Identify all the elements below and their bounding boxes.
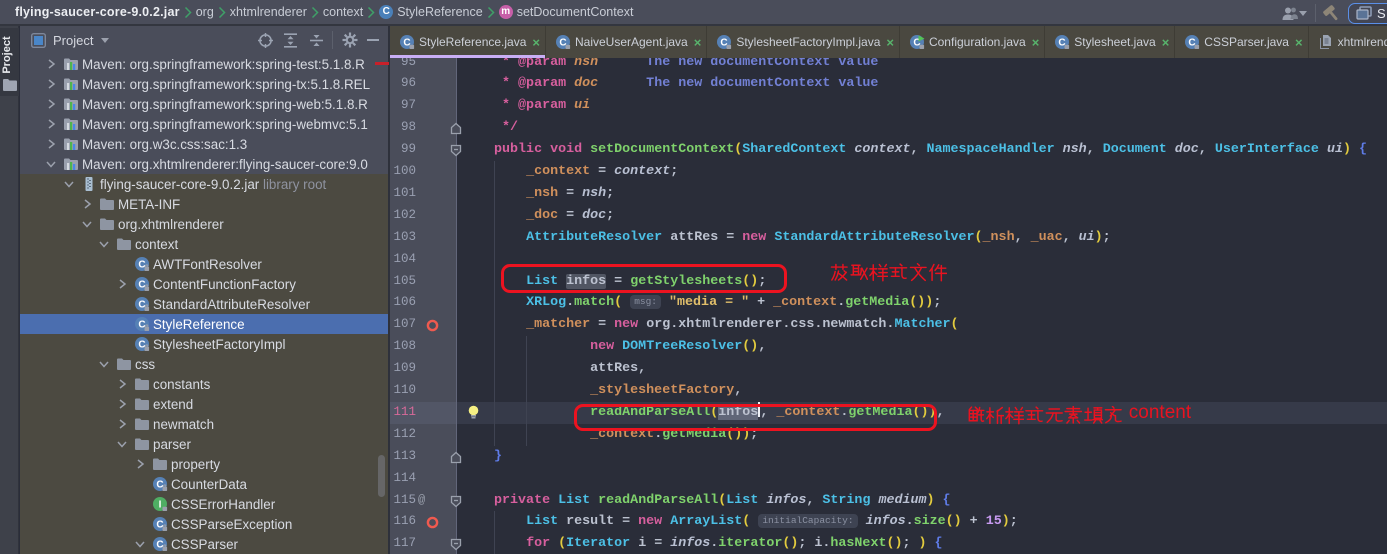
svg-text:I: I bbox=[159, 500, 162, 511]
